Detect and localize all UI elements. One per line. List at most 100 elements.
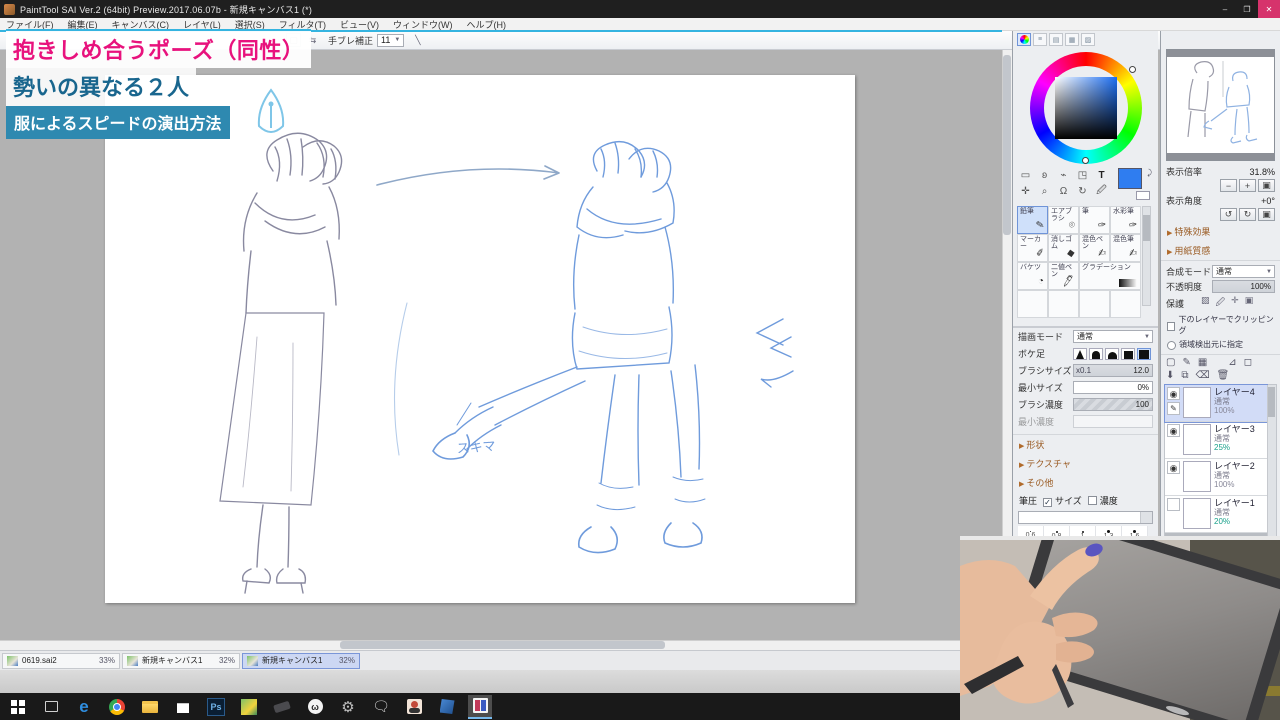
stamp-icon[interactable]: ◳ — [1074, 168, 1091, 183]
secondary-color-swatch[interactable] — [1136, 191, 1150, 200]
rotate-cw-button[interactable]: ↻ — [1239, 208, 1256, 221]
document-tab-active[interactable]: 新規キャンバス1 32% — [242, 653, 360, 669]
pressure-size-checkbox[interactable]: ✓サイズ — [1043, 494, 1082, 507]
visibility-eye-icon[interactable]: ◉ — [1167, 387, 1180, 400]
magic-wand-icon[interactable]: ⌁ — [1055, 168, 1072, 183]
edge-shape-1[interactable] — [1073, 348, 1087, 360]
photoshop-icon[interactable]: Ps — [204, 695, 228, 719]
brush-pencil[interactable]: 鉛筆✎ — [1017, 206, 1048, 234]
brush-gradient[interactable]: グラデーション — [1079, 262, 1141, 290]
brush-size-slider[interactable]: x0.1 12.0 — [1073, 364, 1153, 377]
minimize-button[interactable]: – — [1214, 0, 1236, 18]
zoom-tool-icon[interactable]: ⌕ — [1036, 184, 1053, 199]
wacom-icon[interactable]: ω — [303, 695, 327, 719]
zoom-in-button[interactable]: + — [1239, 179, 1256, 192]
task-view-button[interactable] — [39, 695, 63, 719]
edge-shape-4[interactable] — [1121, 348, 1135, 360]
swap-colors-icon[interactable]: ⤸ — [1147, 168, 1152, 178]
brush-airbrush[interactable]: エアブラシ⌾ — [1048, 206, 1079, 234]
draw-mode-select[interactable]: 通常 ▼ — [1073, 330, 1153, 343]
zoom-reset-button[interactable]: ▣ — [1258, 179, 1275, 192]
clear-layer-icon[interactable]: ⌫ — [1196, 370, 1210, 381]
new-linework-layer-icon[interactable]: ✎ — [1182, 357, 1190, 368]
opacity-slider[interactable]: 100% — [1212, 280, 1275, 293]
settings-icon[interactable]: ⚙ — [336, 695, 360, 719]
brush-watercolor[interactable]: 水彩筆✑ — [1110, 206, 1141, 234]
section-paper-texture[interactable]: 用紙質感 — [1161, 241, 1280, 260]
preset-name-box[interactable] — [1018, 511, 1153, 524]
layer-row-2[interactable]: ◉ レイヤー2 通常 100% — [1165, 459, 1267, 496]
rect-select-icon[interactable]: ▭ — [1017, 168, 1034, 183]
paint-3d-icon[interactable] — [237, 695, 261, 719]
protect-pixels-icon[interactable]: 🖉 — [1216, 295, 1226, 311]
tablet-driver-icon[interactable] — [270, 695, 294, 719]
store-icon[interactable] — [171, 695, 195, 719]
eyedropper-icon[interactable]: 🖉 — [1093, 184, 1110, 199]
brush-eraser[interactable]: 消しゴム◆ — [1048, 234, 1079, 262]
maximize-button[interactable]: ❐ — [1236, 0, 1258, 18]
chat-icon[interactable]: 🗨 — [369, 695, 393, 719]
min-size-slider[interactable]: 0% — [1073, 381, 1153, 394]
zoom-out-button[interactable]: − — [1220, 179, 1237, 192]
layer-row-4[interactable]: ◉ ✎ レイヤー4 通常 100% — [1165, 385, 1267, 422]
edge-icon[interactable]: e — [72, 695, 96, 719]
visibility-eye-icon[interactable]: ◉ — [1167, 461, 1180, 474]
edge-shape-5[interactable] — [1137, 348, 1151, 360]
color-wheel[interactable] — [1030, 52, 1142, 164]
document-tab[interactable]: 0619.sai2 33% — [2, 653, 120, 669]
swatches-tab[interactable]: ▦ — [1065, 33, 1079, 46]
navigator[interactable] — [1166, 49, 1275, 161]
start-button[interactable] — [6, 695, 30, 719]
protect-all-icon[interactable]: ▣ — [1245, 295, 1254, 311]
new-folder-icon[interactable]: ▦ — [1198, 357, 1207, 368]
color-mixer-tab[interactable]: ▤ — [1049, 33, 1063, 46]
chrome-icon[interactable] — [105, 695, 129, 719]
rotate-view-icon[interactable]: Ω — [1055, 184, 1072, 199]
text-tool-icon[interactable]: T — [1093, 168, 1110, 183]
pressure-density-checkbox[interactable]: 濃度 — [1088, 494, 1118, 507]
file-explorer-icon[interactable] — [138, 695, 162, 719]
section-other[interactable]: その他 — [1013, 473, 1158, 492]
menu-view[interactable]: ビュー(V) — [340, 18, 379, 31]
delete-layer-icon[interactable]: 🗑 — [1217, 370, 1230, 381]
lasso-icon[interactable]: ʚ — [1036, 168, 1053, 183]
brush-binary-pen[interactable]: 二値ペン🖊 — [1048, 262, 1079, 290]
visibility-eye-icon[interactable] — [1167, 498, 1180, 511]
brush-blend-pen[interactable]: 混色ペン✍ — [1079, 234, 1110, 262]
document-tab[interactable]: 新規キャンバス1 32% — [122, 653, 240, 669]
visibility-eye-icon[interactable]: ◉ — [1167, 424, 1180, 437]
hue-marker[interactable] — [1129, 66, 1136, 73]
edge-shape-2[interactable] — [1089, 348, 1103, 360]
line-tool-icon[interactable]: ╲ — [410, 33, 425, 47]
brush-marker[interactable]: マーカー✐ — [1017, 234, 1048, 262]
selection-source-radio[interactable]: 領域検出元に指定 — [1161, 338, 1280, 351]
section-texture[interactable]: テクスチャ — [1013, 454, 1158, 473]
blue-app-icon[interactable] — [435, 695, 459, 719]
protect-position-icon[interactable]: ✛ — [1231, 295, 1239, 311]
primary-color-swatch[interactable] — [1118, 168, 1142, 189]
protect-opacity-icon[interactable]: ▨ — [1201, 295, 1210, 311]
section-shape[interactable]: 形状 — [1013, 435, 1158, 454]
stabilizer-select[interactable]: 11 ▼ — [377, 34, 404, 47]
mask-icon[interactable]: ◻ — [1244, 357, 1252, 368]
rotate-ccw-button[interactable]: ↺ — [1220, 208, 1237, 221]
brush-blend-brush[interactable]: 混色筆✍ — [1110, 234, 1141, 262]
brush-density-slider[interactable]: 100 — [1073, 398, 1153, 411]
canvas-hscroll-thumb[interactable] — [340, 641, 665, 649]
painttool-sai-taskbar-icon[interactable] — [468, 695, 492, 719]
canvas-page[interactable]: スキマ — [105, 75, 855, 603]
contact-app-icon[interactable] — [402, 695, 426, 719]
menu-help[interactable]: ヘルプ(H) — [467, 18, 507, 31]
layer-row-1[interactable]: レイヤー1 通常 20% — [1165, 496, 1267, 533]
new-layer-icon[interactable]: ▢ — [1166, 357, 1175, 368]
rgb-slider-tab[interactable]: ≡ — [1033, 33, 1047, 46]
move-tool-icon[interactable]: ✛ — [1017, 184, 1034, 199]
transfer-down-icon[interactable]: ⬇ — [1166, 370, 1174, 381]
blend-mode-select[interactable]: 通常 ▼ — [1212, 265, 1275, 278]
flip-view-icon[interactable]: ↻ — [1074, 184, 1091, 199]
angle-reset-button[interactable]: ▣ — [1258, 208, 1275, 221]
canvas-vscroll-thumb[interactable] — [1003, 55, 1011, 235]
layer-row-3[interactable]: ◉ レイヤー3 通常 25% — [1165, 422, 1267, 459]
edge-shape-3[interactable] — [1105, 348, 1119, 360]
clipping-checkbox[interactable]: 下のレイヤーでクリッピング — [1161, 312, 1280, 338]
